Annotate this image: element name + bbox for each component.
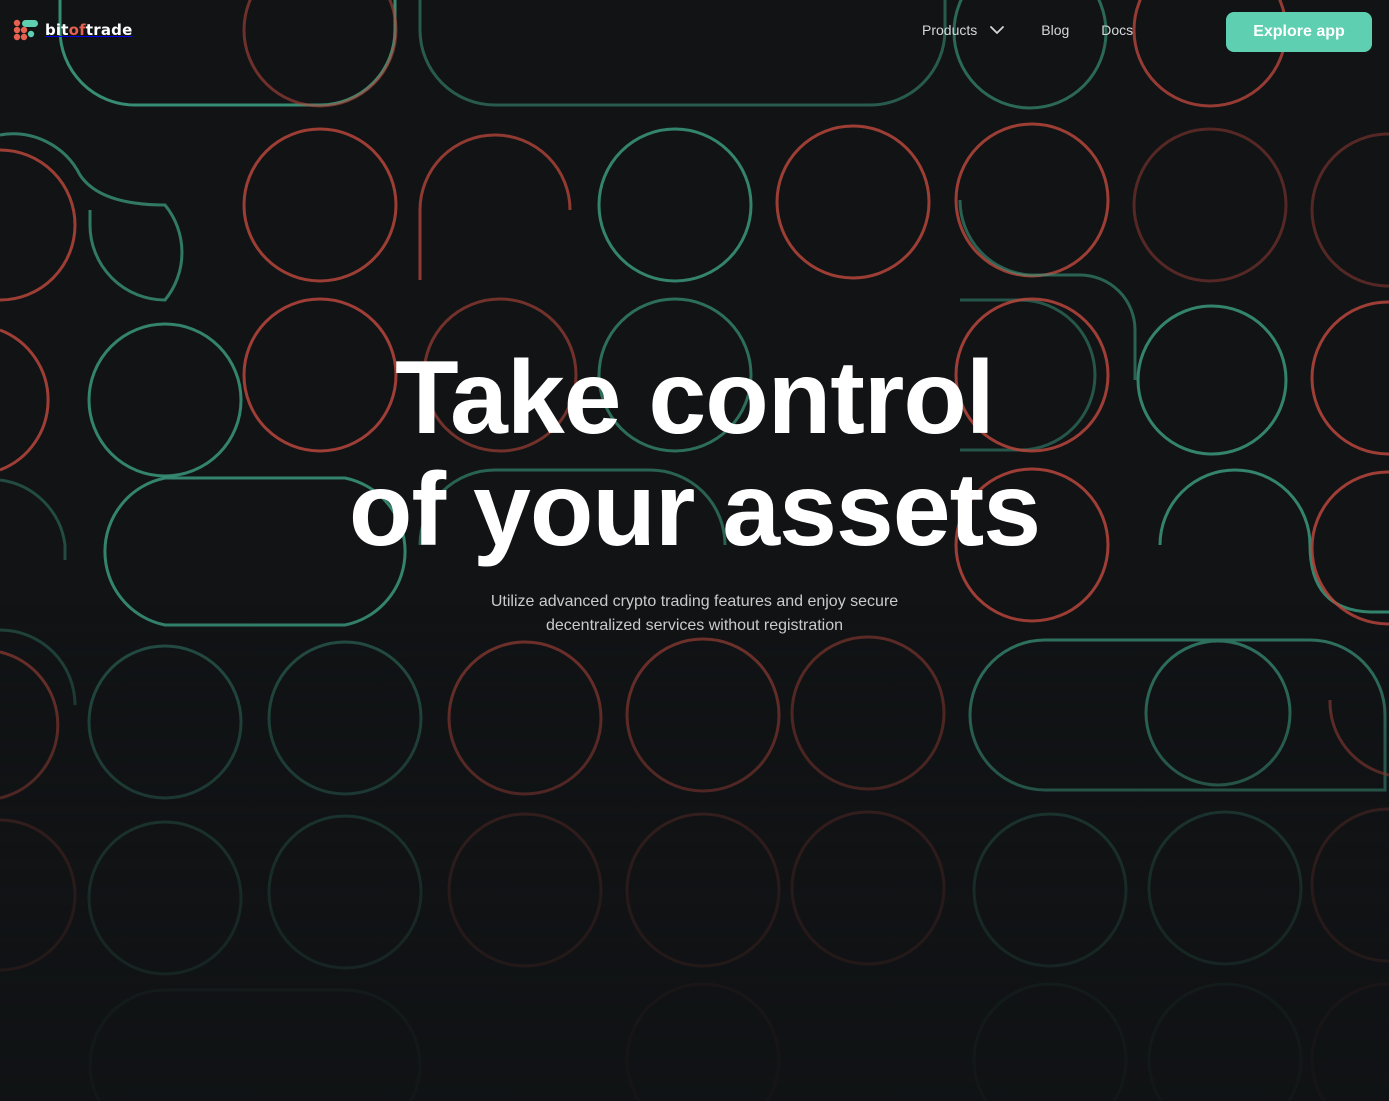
top-navbar: bitoftrade Products Blog Docs Explore ap… [0,0,1389,64]
brand-name-accent: of [68,21,86,39]
hero-subtitle-line1: Utilize advanced crypto trading features… [490,593,899,610]
nav-products-label: Products [922,22,978,38]
chevron-down-icon [990,26,1005,34]
nav-blog-link[interactable]: Blog [1041,22,1069,38]
hero-subtitle-line2: decentralized services without registrat… [545,617,844,634]
hero-title: Take control of your assets [0,342,1389,566]
brand-logo[interactable]: bitoftrade [13,19,133,41]
brand-mark-icon [13,19,38,41]
nav-products-dropdown[interactable]: Products [922,22,1005,38]
brand-name-start: bit [45,21,69,39]
hero-title-line2: of your assets [348,452,1041,568]
nav-docs-link[interactable]: Docs [1101,22,1133,38]
explore-app-button[interactable]: Explore app [1226,12,1372,52]
brand-name: bitoftrade [45,21,133,39]
hero-subtitle: Utilize advanced crypto trading features… [465,590,925,638]
hero-title-line1: Take control [395,340,995,456]
brand-name-end: trade [85,21,133,39]
main-nav: Products Blog Docs [922,22,1133,38]
hero-section: Take control of your assets Utilize adva… [0,342,1389,638]
